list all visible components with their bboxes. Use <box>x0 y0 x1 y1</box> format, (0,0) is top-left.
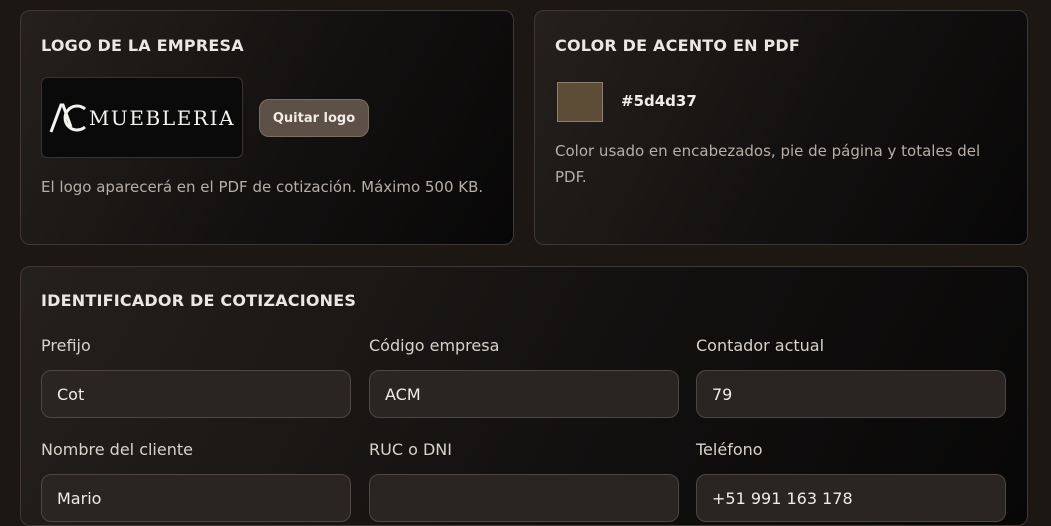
phone-input[interactable] <box>696 474 1006 522</box>
ruc-dni-label: RUC o DNI <box>369 440 452 459</box>
company-code-input[interactable] <box>369 370 679 418</box>
quote-identifier-card: IDENTIFICADOR DE COTIZACIONES Prefijo Có… <box>20 266 1028 526</box>
remove-logo-button[interactable]: Quitar logo <box>259 99 369 137</box>
logo-card: LOGO DE LA EMPRESA MUEBLERIA Quitar logo… <box>20 10 514 245</box>
accent-color-hex: #5d4d37 <box>621 92 697 110</box>
prefix-label: Prefijo <box>41 336 91 355</box>
logo-wordmark: MUEBLERIA <box>88 105 236 130</box>
client-name-input[interactable] <box>41 474 351 522</box>
accent-color-card: COLOR DE ACENTO EN PDF #5d4d37 Color usa… <box>534 10 1028 245</box>
logo-help-text: El logo aparecerá en el PDF de cotizació… <box>41 178 484 196</box>
accent-color-swatch[interactable] <box>557 82 603 122</box>
quote-identifier-card-title: IDENTIFICADOR DE COTIZACIONES <box>41 291 357 310</box>
accent-color-card-title: COLOR DE ACENTO EN PDF <box>555 36 801 55</box>
ruc-dni-input[interactable] <box>369 474 679 522</box>
company-logo: MUEBLERIA <box>49 103 235 133</box>
current-counter-label: Contador actual <box>696 336 825 355</box>
ac-monogram-icon <box>49 103 86 133</box>
accent-color-help-text: Color usado en encabezados, pie de págin… <box>555 142 981 186</box>
company-code-label: Código empresa <box>369 336 500 355</box>
prefix-input[interactable] <box>41 370 351 418</box>
logo-preview: MUEBLERIA <box>41 77 243 158</box>
current-counter-input[interactable] <box>696 370 1006 418</box>
client-name-label: Nombre del cliente <box>41 440 193 459</box>
logo-card-title: LOGO DE LA EMPRESA <box>41 36 244 55</box>
phone-label: Teléfono <box>696 440 763 459</box>
